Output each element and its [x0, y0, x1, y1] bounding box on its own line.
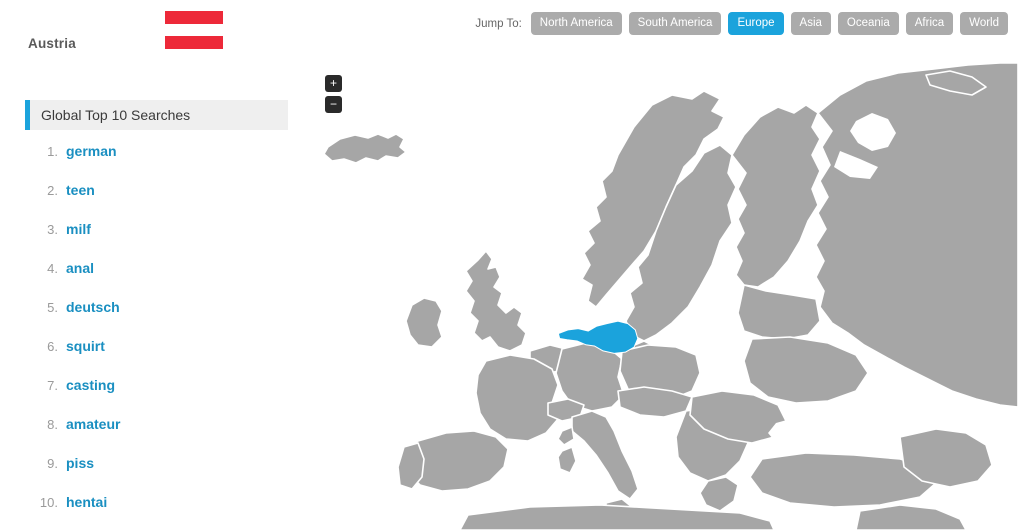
map-europe[interactable]: + −: [300, 55, 1018, 530]
search-term-link[interactable]: piss: [66, 455, 94, 471]
rank-number: 10.: [39, 495, 58, 510]
rank-number: 5.: [47, 300, 58, 315]
map-svg[interactable]: [300, 55, 1018, 530]
jump-to-nav: Jump To: North America South America Eur…: [475, 12, 1008, 35]
zoom-in-button[interactable]: +: [325, 75, 342, 92]
list-item: 9. piss: [0, 455, 300, 494]
flag-band-middle: [165, 23, 223, 37]
map-zoom-controls[interactable]: + −: [325, 75, 342, 113]
zoom-out-button[interactable]: −: [325, 96, 342, 113]
search-term-link[interactable]: german: [66, 143, 117, 159]
jump-button-south-america[interactable]: South America: [628, 12, 722, 35]
search-term-link[interactable]: casting: [66, 377, 115, 393]
list-item: 10. hentai: [0, 494, 300, 530]
jump-button-africa[interactable]: Africa: [905, 12, 954, 35]
sidebar-top-searches: Global Top 10 Searches 1. german 2. teen…: [0, 100, 300, 530]
country-header: Austria: [0, 0, 300, 62]
panel-header: Global Top 10 Searches: [25, 100, 288, 130]
panel-accent-bar: [25, 100, 30, 130]
search-term-link[interactable]: milf: [66, 221, 91, 237]
country-flag-austria: [165, 11, 223, 49]
search-term-link[interactable]: squirt: [66, 338, 105, 354]
jump-button-europe[interactable]: Europe: [728, 12, 784, 35]
search-term-link[interactable]: deutsch: [66, 299, 120, 315]
list-item: 8. amateur: [0, 416, 300, 455]
rank-number: 1.: [47, 144, 58, 159]
page-root: Austria Jump To: North America South Ame…: [0, 0, 1018, 530]
panel-title: Global Top 10 Searches: [41, 107, 191, 123]
rank-number: 3.: [47, 222, 58, 237]
rank-number: 4.: [47, 261, 58, 276]
rank-number: 6.: [47, 339, 58, 354]
jump-to-label: Jump To:: [475, 17, 522, 30]
list-item: 4. anal: [0, 260, 300, 299]
jump-button-world[interactable]: World: [960, 12, 1008, 35]
search-term-link[interactable]: teen: [66, 182, 95, 198]
rank-number: 8.: [47, 417, 58, 432]
rank-number: 9.: [47, 456, 58, 471]
list-item: 7. casting: [0, 377, 300, 416]
search-term-link[interactable]: amateur: [66, 416, 120, 432]
search-term-link[interactable]: anal: [66, 260, 94, 276]
jump-button-oceania[interactable]: Oceania: [837, 12, 899, 35]
jump-button-asia[interactable]: Asia: [790, 12, 831, 35]
rank-number: 2.: [47, 183, 58, 198]
flag-band-bottom: [165, 36, 223, 49]
country-name: Austria: [28, 36, 76, 51]
list-item: 5. deutsch: [0, 299, 300, 338]
list-item: 1. german: [0, 143, 300, 182]
list-item: 2. teen: [0, 182, 300, 221]
rank-number: 7.: [47, 378, 58, 393]
search-term-link[interactable]: hentai: [66, 494, 107, 510]
list-item: 6. squirt: [0, 338, 300, 377]
search-term-list: 1. german 2. teen 3. milf 4. anal 5. deu…: [0, 143, 300, 530]
jump-button-north-america[interactable]: North America: [530, 12, 622, 35]
flag-band-top: [165, 11, 223, 24]
list-item: 3. milf: [0, 221, 300, 260]
